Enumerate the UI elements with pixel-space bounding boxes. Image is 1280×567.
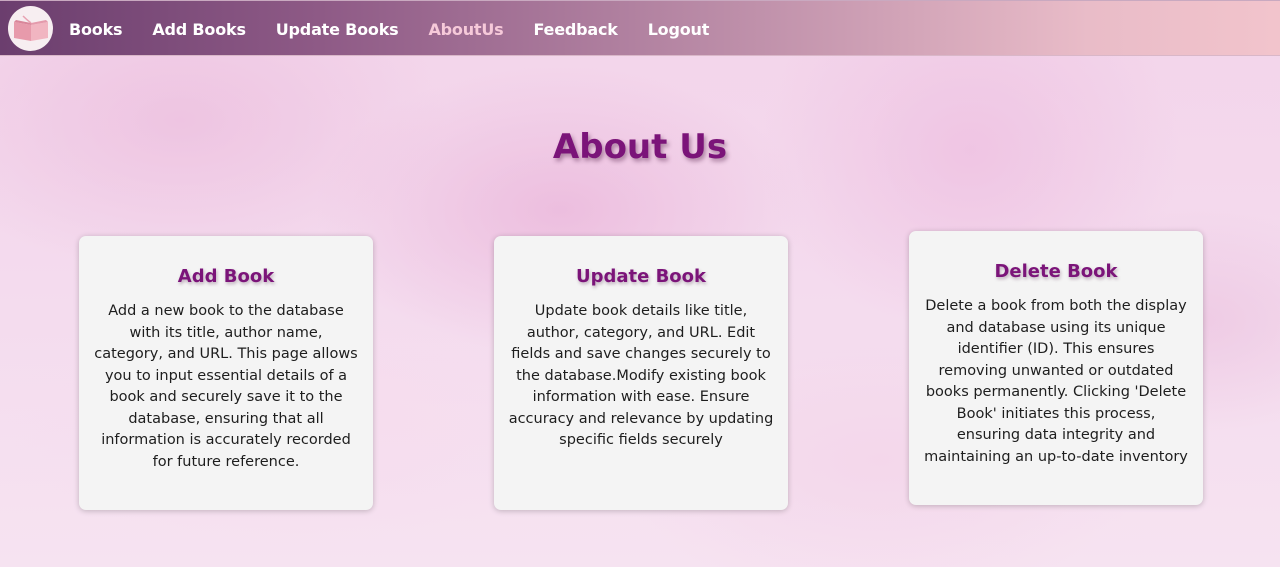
nav-link-add-books[interactable]: Add Books	[152, 20, 246, 39]
nav-link-update-books[interactable]: Update Books	[276, 20, 399, 39]
nav-link-feedback[interactable]: Feedback	[533, 20, 617, 39]
page-title: About Us	[552, 127, 728, 167]
update-book-card: Update Book Update book details like tit…	[494, 236, 788, 510]
top-navbar: Books Add Books Update Books AboutUs Fee…	[0, 0, 1280, 56]
card-title-delete-book: Delete Book	[994, 261, 1118, 282]
book-logo-icon[interactable]	[8, 6, 53, 51]
nav-links: Books Add Books Update Books AboutUs Fee…	[69, 1, 739, 57]
card-title-update-book: Update Book	[575, 266, 707, 287]
nav-link-about-us[interactable]: AboutUs	[428, 20, 503, 39]
card-title-add-book: Add Book	[177, 266, 275, 287]
add-book-card: Add Book Add a new book to the database …	[79, 236, 373, 510]
nav-link-logout[interactable]: Logout	[648, 20, 710, 39]
nav-link-books[interactable]: Books	[69, 20, 123, 39]
card-description-delete-book: Delete a book from both the display and …	[924, 298, 1188, 465]
card-description-update-book: Update book details like title, author, …	[508, 303, 774, 448]
card-description-add-book: Add a new book to the database with its …	[94, 303, 358, 470]
delete-book-card: Delete Book Delete a book from both the …	[909, 231, 1203, 505]
